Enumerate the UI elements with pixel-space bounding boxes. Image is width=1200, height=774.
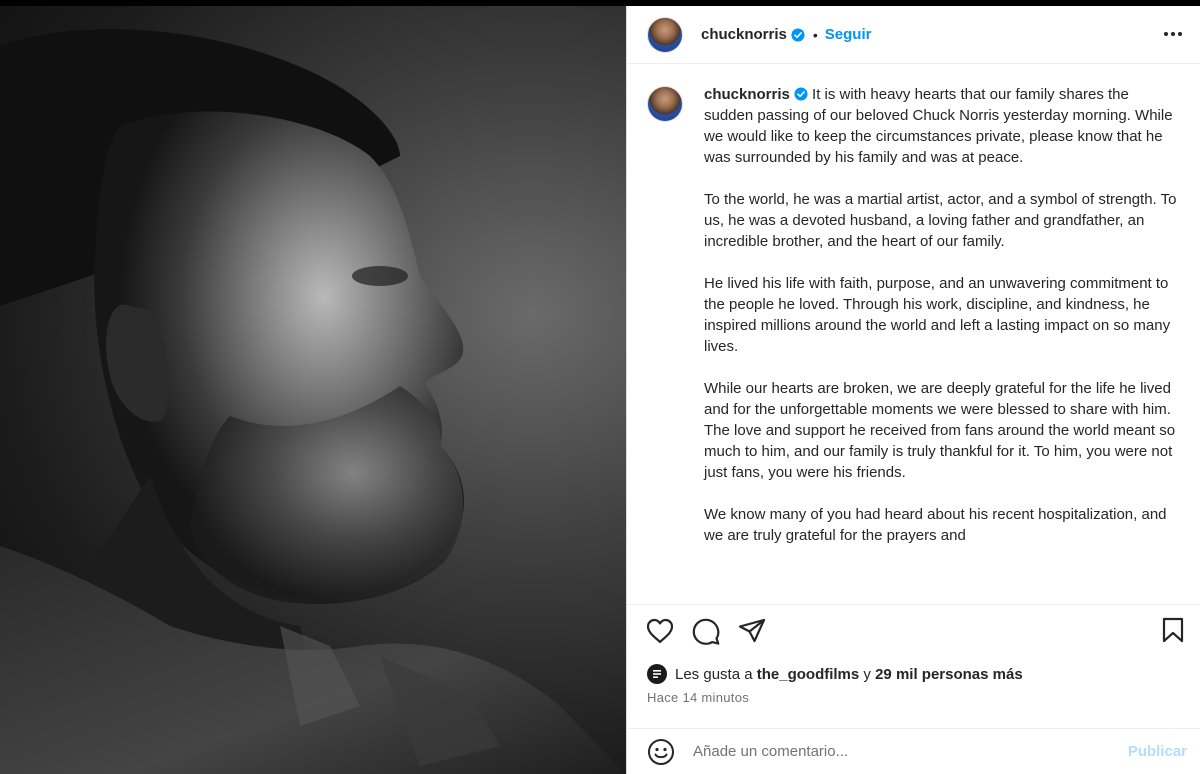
comment-button[interactable] — [691, 616, 721, 646]
likes-connector: y — [863, 665, 871, 683]
comment-bar: Publicar — [627, 728, 1200, 774]
post-panel: chucknorris • Seguir chucknorris It is w… — [626, 6, 1200, 774]
send-icon — [738, 618, 766, 642]
liker-username[interactable]: the_goodfilms — [757, 666, 860, 683]
verified-badge-icon — [794, 87, 808, 101]
share-button[interactable] — [737, 616, 767, 646]
avatar[interactable] — [647, 16, 683, 53]
likes-count-link[interactable]: 29 mil personas más — [875, 666, 1023, 683]
caption-paragraph-5: We know many of you had heard about his … — [704, 506, 1167, 544]
follow-button[interactable]: Seguir — [825, 26, 872, 43]
caption-paragraph-2: To the world, he was a martial artist, a… — [704, 191, 1177, 250]
emoji-icon[interactable] — [647, 738, 675, 766]
header-username[interactable]: chucknorris — [701, 26, 787, 43]
comment-input[interactable] — [693, 743, 1093, 760]
liker-avatar[interactable] — [647, 664, 667, 684]
post-timestamp[interactable]: Hace 14 minutos — [647, 690, 749, 705]
instagram-post-window: chucknorris • Seguir chucknorris It is w… — [0, 0, 1200, 774]
caption-paragraph-3: He lived his life with faith, purpose, a… — [704, 275, 1171, 355]
likes-prefix: Les gusta a — [675, 665, 753, 683]
film-logo-icon — [653, 670, 661, 678]
save-button[interactable] — [1161, 617, 1187, 645]
bookmark-icon — [1162, 617, 1184, 643]
likes-summary: Les gusta a the_goodfilms y 29 mil perso… — [647, 664, 1023, 684]
caption-row: chucknorris It is with heavy hearts that… — [647, 84, 1179, 546]
like-button[interactable] — [645, 616, 675, 646]
comment-icon — [692, 618, 720, 645]
caption-avatar[interactable] — [647, 86, 683, 122]
heart-icon — [646, 618, 674, 643]
caption-area: chucknorris It is with heavy hearts that… — [627, 64, 1200, 604]
more-options-icon[interactable] — [1161, 24, 1185, 44]
caption-username[interactable]: chucknorris — [704, 86, 790, 103]
verified-badge-icon — [791, 27, 805, 42]
publish-button[interactable]: Publicar — [1128, 743, 1187, 760]
portrait-illustration — [0, 29, 626, 774]
caption-paragraph: chucknorris It is with heavy hearts that… — [704, 84, 1179, 168]
post-header: chucknorris • Seguir — [627, 6, 1200, 64]
separator-dot: • — [812, 26, 818, 43]
caption-text: chucknorris It is with heavy hearts that… — [704, 84, 1179, 546]
action-bar — [627, 604, 1200, 656]
post-photo[interactable] — [0, 6, 626, 774]
caption-paragraph-4: While our hearts are broken, we are deep… — [704, 380, 1176, 481]
